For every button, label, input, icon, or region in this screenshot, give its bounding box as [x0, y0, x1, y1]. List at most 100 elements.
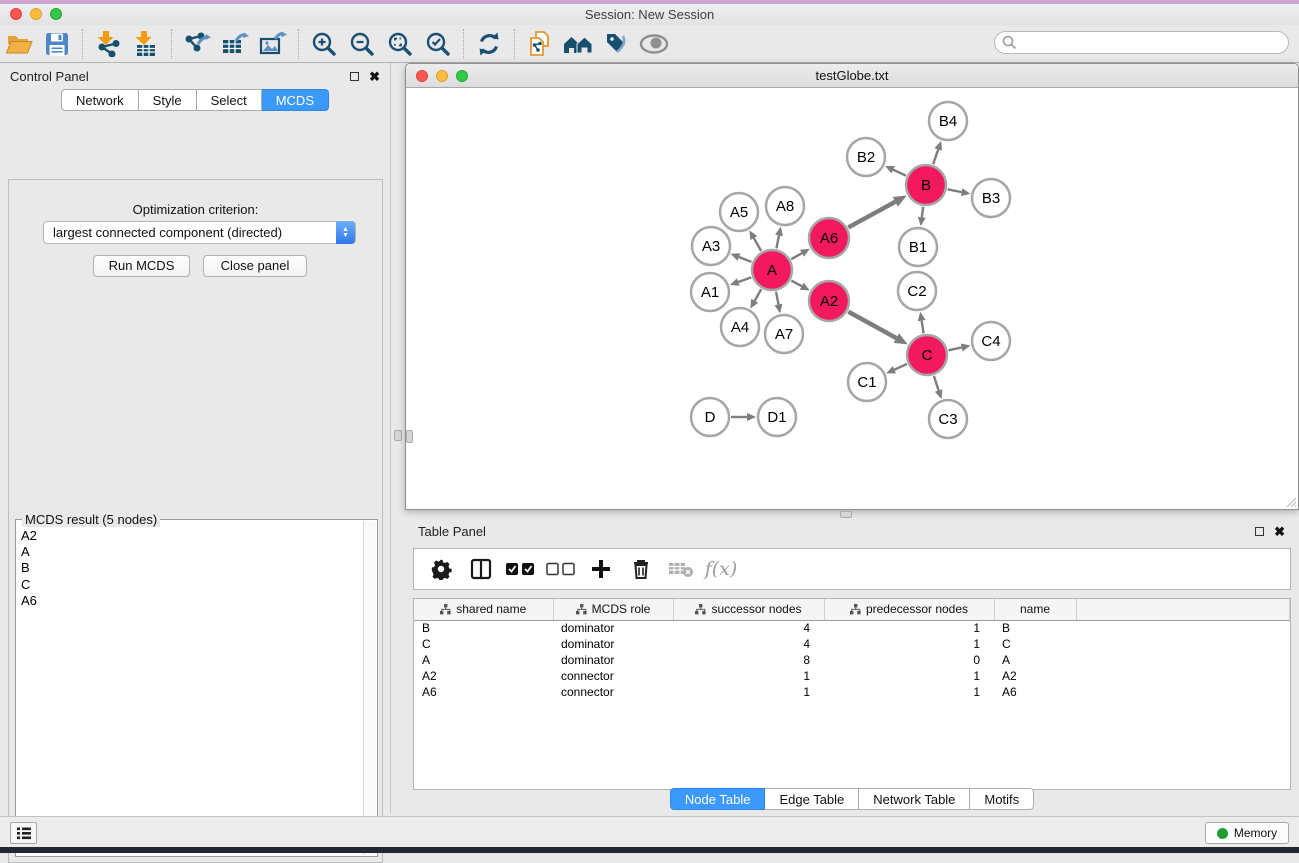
maximize-window-button[interactable] [456, 70, 468, 82]
tab-style[interactable]: Style [139, 89, 197, 111]
label-visibility-button[interactable] [599, 28, 633, 60]
tab-edge-table[interactable]: Edge Table [765, 788, 859, 810]
result-item[interactable]: C [21, 577, 373, 593]
tab-select[interactable]: Select [197, 89, 262, 111]
run-mcds-button[interactable]: Run MCDS [93, 255, 190, 277]
table-row[interactable]: Bdominator41B [414, 620, 1290, 636]
graph-edge-A-A5[interactable] [754, 238, 761, 251]
result-item[interactable]: A6 [21, 593, 373, 609]
criterion-select[interactable]: largest connected component (directed) ▲… [43, 221, 356, 244]
table-row[interactable]: Adominator80A [414, 652, 1290, 668]
cell-MCDS-role[interactable]: dominator [553, 652, 673, 668]
cell-shared-name[interactable]: B [414, 620, 553, 636]
import-network-button[interactable] [91, 28, 125, 60]
horizontal-splitter-handle[interactable] [840, 511, 852, 518]
table-row[interactable]: Cdominator41C [414, 636, 1290, 652]
graph-edge-C-C3[interactable] [934, 376, 939, 391]
cell-shared-name[interactable]: C [414, 636, 553, 652]
table-row[interactable]: A2connector11A2 [414, 668, 1290, 684]
search-input[interactable] [994, 31, 1289, 54]
cell-predecessor-nodes[interactable]: 1 [824, 636, 994, 652]
zoom-out-button[interactable] [345, 28, 379, 60]
cell-name[interactable]: B [994, 620, 1076, 636]
close-window-button[interactable] [10, 8, 22, 20]
close-panel-icon[interactable]: ✖ [1274, 525, 1285, 538]
graph-edge-B-B4[interactable] [933, 149, 938, 164]
result-item[interactable]: B [21, 560, 373, 576]
close-panel-button[interactable]: Close panel [203, 255, 307, 277]
cell-predecessor-nodes[interactable]: 1 [824, 684, 994, 700]
cell-successor-nodes[interactable]: 8 [673, 652, 824, 668]
graph-edge-B-B1[interactable] [922, 207, 923, 217]
column-header-successor-nodes[interactable]: successor nodes [673, 599, 824, 620]
cell-MCDS-role[interactable]: dominator [553, 636, 673, 652]
graphics-details-button[interactable] [637, 28, 671, 60]
cell-shared-name[interactable]: A [414, 652, 553, 668]
task-history-button[interactable] [10, 822, 37, 844]
float-panel-icon[interactable] [1255, 527, 1264, 536]
cell-predecessor-nodes[interactable]: 0 [824, 652, 994, 668]
clone-network-button[interactable] [523, 28, 557, 60]
cell-successor-nodes[interactable]: 1 [673, 668, 824, 684]
tab-motifs[interactable]: Motifs [970, 788, 1034, 810]
vertical-splitter-handle[interactable] [394, 430, 402, 441]
cell-name[interactable]: A [994, 652, 1076, 668]
column-header-shared-name[interactable]: shared name [414, 599, 553, 620]
graph-edge-B-B3[interactable] [948, 189, 962, 192]
graph-edge-C-C4[interactable] [948, 347, 961, 350]
tab-network[interactable]: Network [61, 89, 139, 111]
minimize-window-button[interactable] [30, 8, 42, 20]
resize-grip-icon[interactable] [1285, 496, 1297, 508]
export-image-button[interactable] [256, 28, 290, 60]
export-table-button[interactable] [218, 28, 252, 60]
column-header-name[interactable]: name [994, 599, 1076, 620]
graph-edge-A-A6[interactable] [791, 253, 802, 259]
refresh-button[interactable] [472, 28, 506, 60]
cell-MCDS-role[interactable]: connector [553, 668, 673, 684]
graph-edge-C-C1[interactable] [894, 364, 907, 370]
tab-network-table[interactable]: Network Table [859, 788, 970, 810]
delete-column-button[interactable] [626, 554, 656, 584]
table-settings-button[interactable] [426, 554, 456, 584]
zoom-in-button[interactable] [307, 28, 341, 60]
save-session-button[interactable] [40, 28, 74, 60]
zoom-fit-button[interactable] [383, 28, 417, 60]
column-header-MCDS-role[interactable]: MCDS role [553, 599, 673, 620]
select-all-columns-button[interactable] [506, 554, 536, 584]
cell-MCDS-role[interactable]: connector [553, 684, 673, 700]
minimize-window-button[interactable] [436, 70, 448, 82]
tab-node-table[interactable]: Node Table [670, 788, 766, 810]
memory-button[interactable]: Memory [1205, 822, 1289, 844]
create-column-button[interactable] [586, 554, 616, 584]
column-header-predecessor-nodes[interactable]: predecessor nodes [824, 599, 994, 620]
zoom-selected-button[interactable] [421, 28, 455, 60]
network-canvas[interactable]: B4B2BB3A8A5A6A3B1AA1C2A2A4A7C4CC1C3DD1 [406, 88, 1298, 509]
home-button[interactable] [561, 28, 595, 60]
open-session-button[interactable] [2, 28, 36, 60]
cell-successor-nodes[interactable]: 4 [673, 620, 824, 636]
graph-edge-A-A7[interactable] [776, 292, 778, 305]
cell-shared-name[interactable]: A2 [414, 668, 553, 684]
close-window-button[interactable] [416, 70, 428, 82]
deselect-all-columns-button[interactable] [546, 554, 576, 584]
cell-predecessor-nodes[interactable]: 1 [824, 668, 994, 684]
maximize-window-button[interactable] [50, 8, 62, 20]
graph-edge-A-A2[interactable] [791, 281, 801, 287]
graph-edge-A-A4[interactable] [755, 289, 762, 301]
graph-edge-A2-C[interactable] [848, 312, 896, 338]
cell-name[interactable]: C [994, 636, 1076, 652]
graph-edge-B-B2[interactable] [893, 170, 906, 176]
network-graph[interactable]: B4B2BB3A8A5A6A3B1AA1C2A2A4A7C4CC1C3DD1 [406, 88, 1298, 509]
close-panel-icon[interactable]: ✖ [369, 70, 380, 83]
cell-name[interactable]: A6 [994, 684, 1076, 700]
network-window-titlebar[interactable]: testGlobe.txt [406, 64, 1298, 88]
cell-MCDS-role[interactable]: dominator [553, 620, 673, 636]
cell-successor-nodes[interactable]: 1 [673, 684, 824, 700]
toggle-column-panel-button[interactable] [466, 554, 496, 584]
tab-mcds[interactable]: MCDS [262, 89, 329, 111]
cell-predecessor-nodes[interactable]: 1 [824, 620, 994, 636]
graph-edge-C-C2[interactable] [922, 321, 924, 334]
graph-edge-A6-B[interactable] [848, 202, 895, 228]
cell-successor-nodes[interactable]: 4 [673, 636, 824, 652]
result-item[interactable]: A2 [21, 528, 373, 544]
